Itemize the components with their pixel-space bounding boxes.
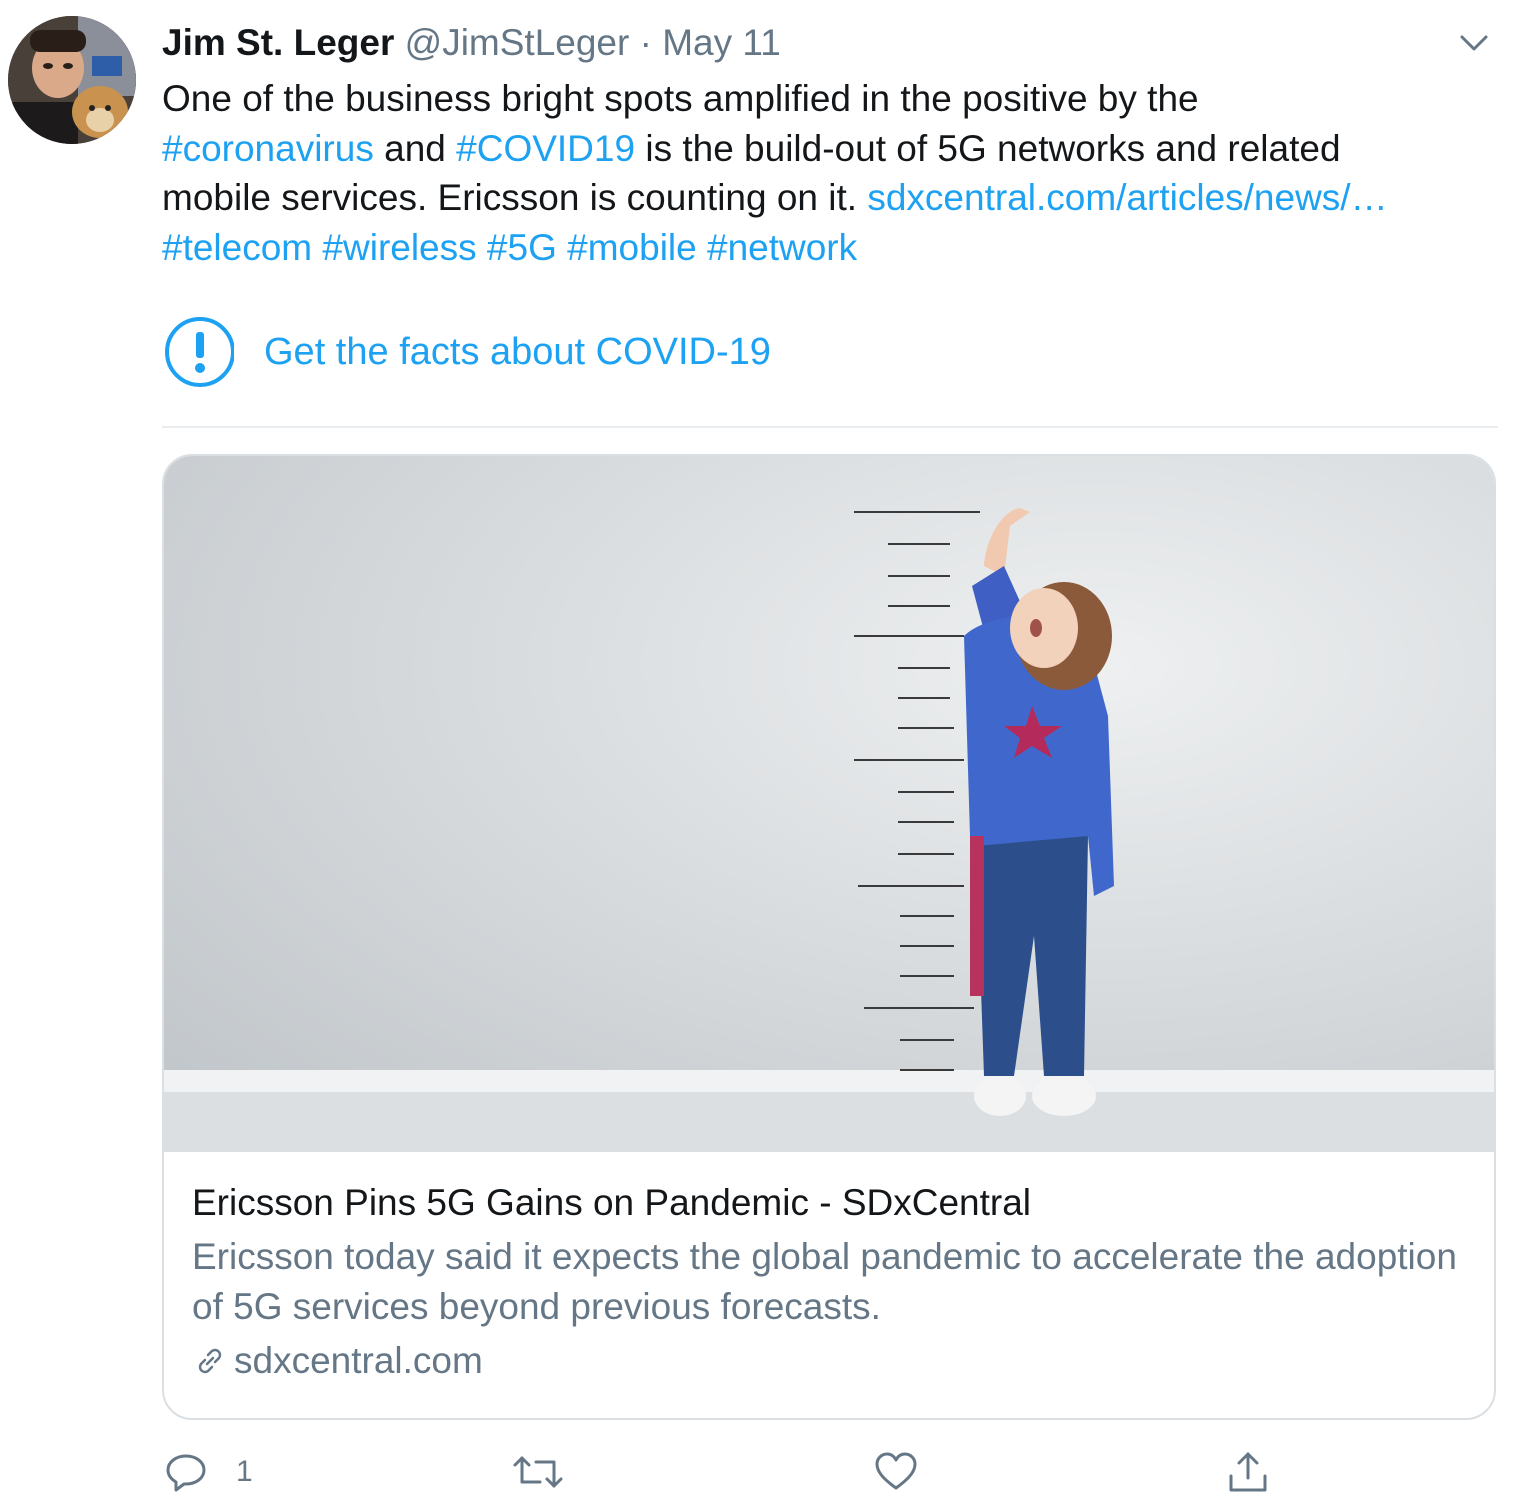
tweet-date[interactable]: May 11 <box>662 22 781 63</box>
tweet-header: Jim St. Leger @JimStLeger · May 11 <box>162 18 781 68</box>
link-preview-card[interactable]: Ericsson Pins 5G Gains on Pandemic - SDx… <box>162 454 1496 1420</box>
hashtag-link[interactable]: #COVID19 <box>456 128 635 169</box>
tweet-text-segment <box>557 227 567 268</box>
share-button[interactable] <box>1224 1444 1272 1500</box>
tweet-text-line: mobile services. Ericsson is counting on… <box>162 173 1482 223</box>
reply-count: 1 <box>236 1455 253 1488</box>
tweet-text-segment <box>477 227 487 268</box>
retweet-button[interactable] <box>510 1444 566 1500</box>
divider <box>162 426 1498 428</box>
tweet-text-segment: mobile services. Ericsson is counting on… <box>162 177 868 218</box>
hashtag-link[interactable]: #mobile <box>567 227 697 268</box>
tweet-actions: 1 <box>162 1444 1492 1500</box>
exclamation-circle-icon <box>165 317 234 387</box>
article-url-link[interactable]: sdxcentral.com/articles/news/… <box>867 177 1387 218</box>
tweet-text-line: #coronavirus and #COVID19 is the build-o… <box>162 124 1482 174</box>
retweet-icon <box>513 1456 563 1488</box>
hashtag-link[interactable]: #network <box>707 227 857 268</box>
card-body: Ericsson Pins 5G Gains on Pandemic - SDx… <box>192 1178 1472 1386</box>
author-handle[interactable]: @JimStLeger <box>405 22 630 63</box>
author-avatar[interactable] <box>8 16 136 144</box>
hashtag-link[interactable]: #wireless <box>322 227 476 268</box>
card-domain: sdxcentral.com <box>192 1336 1472 1386</box>
tweet-text-line: One of the business bright spots amplifi… <box>162 74 1482 124</box>
tweet-text-segment <box>697 227 707 268</box>
tweet-text-segment <box>312 227 322 268</box>
tweet-text-line: #telecom #wireless #5G #mobile #network <box>162 223 1482 273</box>
card-description: Ericsson today said it expects the globa… <box>192 1236 1457 1327</box>
hashtag-link[interactable]: #coronavirus <box>162 128 374 169</box>
reply-button[interactable]: 1 <box>162 1444 253 1500</box>
chevron-down-icon <box>1460 35 1488 51</box>
hashtag-link[interactable]: #telecom <box>162 227 312 268</box>
tweet-text-segment: is the build-out of 5G networks and rela… <box>635 127 1341 169</box>
card-image <box>164 456 1494 1152</box>
more-options-button[interactable] <box>1456 28 1492 58</box>
header-separator: · <box>639 22 652 63</box>
like-icon <box>875 1452 917 1490</box>
covid-facts-link[interactable]: Get the facts about COVID-19 <box>162 316 771 388</box>
tweet-text: One of the business bright spots amplifi… <box>162 74 1482 272</box>
reply-icon <box>166 1454 206 1492</box>
like-button[interactable] <box>872 1444 920 1500</box>
author-name[interactable]: Jim St. Leger <box>162 22 394 63</box>
tweet-text-segment: One of the business bright spots amplifi… <box>162 78 1199 119</box>
share-icon <box>1229 1452 1267 1492</box>
covid-facts-label: Get the facts about COVID-19 <box>264 330 771 373</box>
card-title: Ericsson Pins 5G Gains on Pandemic - SDx… <box>192 1182 1032 1223</box>
card-domain-text: sdxcentral.com <box>234 1340 483 1381</box>
hashtag-link[interactable]: #5G <box>487 227 557 268</box>
link-icon <box>198 1348 222 1374</box>
tweet-text-segment: and <box>373 127 457 169</box>
